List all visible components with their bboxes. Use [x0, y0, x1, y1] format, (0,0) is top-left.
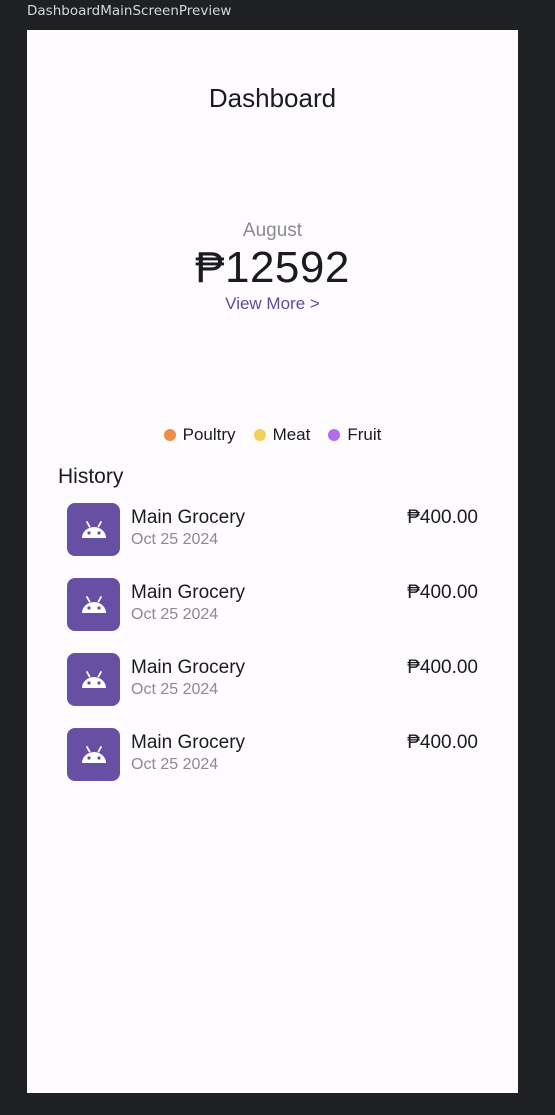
legend-item-meat: Meat	[253, 425, 311, 445]
item-name: Main Grocery	[131, 657, 246, 678]
view-more-link[interactable]: View More >	[27, 294, 518, 314]
history-item[interactable]: Main Grocery Oct 25 2024 ₱400.00	[67, 653, 478, 706]
summary-total: ₱12592	[195, 243, 350, 292]
android-icon	[67, 653, 120, 706]
item-date: Oct 25 2024	[131, 606, 219, 623]
item-name: Main Grocery	[131, 582, 246, 603]
legend-item-poultry: Poultry	[163, 425, 236, 445]
item-amount: ₱400.00	[407, 582, 478, 603]
history-title: History	[58, 465, 124, 488]
chart-legend: Poultry Meat Fruit	[27, 425, 518, 445]
item-name: Main Grocery	[131, 732, 246, 753]
item-amount: ₱400.00	[407, 507, 478, 528]
history-item[interactable]: Main Grocery Oct 25 2024 ₱400.00	[67, 503, 478, 556]
item-name: Main Grocery	[131, 507, 246, 528]
legend-dot-meat	[253, 429, 266, 441]
item-amount: ₱400.00	[407, 657, 478, 678]
item-amount: ₱400.00	[407, 732, 478, 753]
item-date: Oct 25 2024	[131, 756, 219, 773]
summary-month: August	[242, 220, 303, 241]
history-list: Main Grocery Oct 25 2024 ₱400.00 Main Gr…	[67, 503, 478, 803]
legend-label: Fruit	[347, 425, 382, 444]
page-title: Dashboard	[208, 83, 337, 113]
android-icon	[67, 503, 120, 556]
phone-screen: Dashboard August ₱12592 View More > Poul…	[27, 30, 518, 1093]
legend-item-fruit: Fruit	[328, 425, 381, 445]
legend-label: Poultry	[182, 425, 236, 444]
android-icon	[67, 578, 120, 631]
legend-dot-poultry	[163, 429, 176, 441]
legend-label: Meat	[272, 425, 311, 444]
item-date: Oct 25 2024	[131, 531, 219, 548]
android-icon	[67, 728, 120, 781]
item-date: Oct 25 2024	[131, 681, 219, 698]
preview-label: DashboardMainScreenPreview	[27, 3, 232, 19]
history-item[interactable]: Main Grocery Oct 25 2024 ₱400.00	[67, 578, 478, 631]
legend-dot-fruit	[328, 429, 341, 441]
history-item[interactable]: Main Grocery Oct 25 2024 ₱400.00	[67, 728, 478, 781]
